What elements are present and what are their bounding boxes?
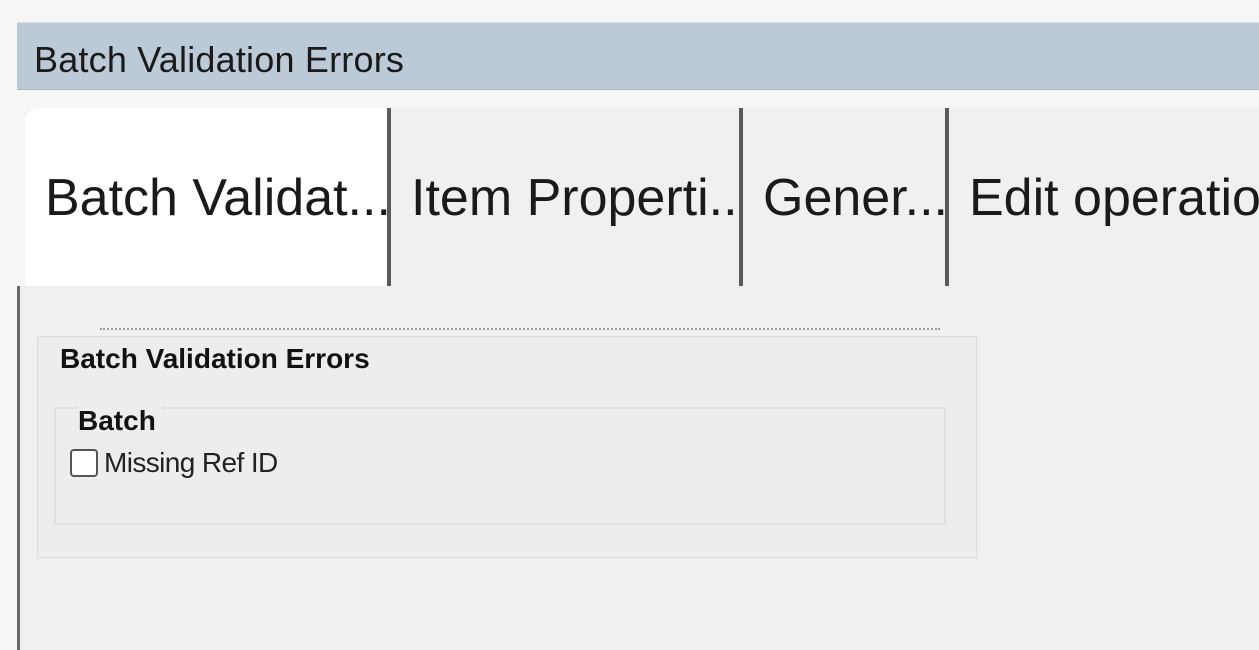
tab-batch-validation[interactable]: Batch Validat... [25, 108, 391, 286]
tab-label: Gener... [763, 169, 948, 227]
app-window: Batch Validation Errors Batch Validat...… [0, 0, 1259, 650]
window-title-bar: Batch Validation Errors [17, 22, 1259, 90]
tab-strip: Batch Validat... Item Properti... Gener.… [17, 90, 1259, 286]
tab-edit-operations[interactable]: Edit operatio [949, 108, 1259, 286]
tab-label: Edit operatio [969, 169, 1259, 227]
missing-ref-id-checkbox[interactable] [70, 449, 98, 477]
tab-label: Item Properti... [411, 169, 743, 227]
missing-ref-id-option[interactable]: Missing Ref ID [70, 447, 278, 479]
tab-item-properties[interactable]: Item Properti... [391, 108, 743, 286]
dotted-divider [100, 328, 940, 336]
tab-label: Batch Validat... [45, 169, 391, 227]
tab-general[interactable]: Gener... [743, 108, 949, 286]
tab-content-panel: Batch Validation Errors Batch Missing Re… [17, 286, 1259, 650]
batch-validation-errors-group: Batch Validation Errors Batch Missing Re… [37, 336, 977, 558]
checkbox-label[interactable]: Missing Ref ID [104, 447, 278, 479]
batch-group: Batch Missing Ref ID [54, 405, 946, 525]
group-title: Batch Validation Errors [60, 343, 374, 375]
subgroup-title: Batch [78, 405, 162, 437]
window-title: Batch Validation Errors [34, 39, 405, 80]
